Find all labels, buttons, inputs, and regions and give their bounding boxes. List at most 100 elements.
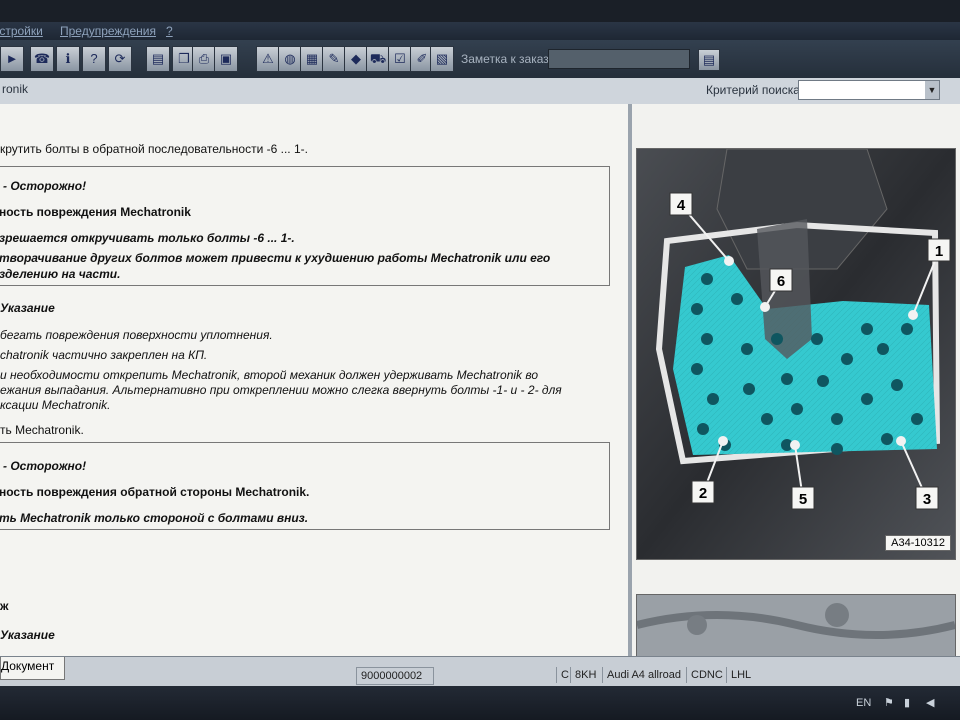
menu-warnings[interactable]: Предупреждения bbox=[54, 22, 162, 40]
help-icon: ? bbox=[90, 51, 98, 66]
print-button[interactable]: ⎙ bbox=[192, 46, 216, 72]
figure-caption: A34-10312 bbox=[885, 535, 951, 551]
callout-label-5: 5 bbox=[799, 491, 807, 508]
bolt bbox=[831, 413, 843, 425]
bolt bbox=[781, 373, 793, 385]
bolt bbox=[891, 379, 903, 391]
note-1-line-3: и необходимости открепить Mechatronik, в… bbox=[0, 368, 539, 382]
phone-button[interactable]: ☎ bbox=[30, 46, 54, 72]
globe-icon: ◍ bbox=[284, 51, 296, 66]
checklist-icon: ☑ bbox=[394, 51, 406, 66]
warning-icon: ⚠ bbox=[262, 51, 274, 66]
mechatronik-illustration: 1 2 3 4 5 6 bbox=[637, 149, 955, 559]
refresh-icon: ⟳ bbox=[114, 51, 126, 66]
figure-pane: 1 2 3 4 5 6 A34-10312 bbox=[632, 104, 960, 658]
checklist-button[interactable]: ☑ bbox=[388, 46, 412, 72]
intro-text: крутить болты в обратной последовательно… bbox=[0, 142, 308, 156]
note-heading-1: Указание bbox=[0, 301, 55, 315]
screen: Настройки Предупреждения ? ► ☎ ℹ? ⟳ ▤ ❐ ⎙ ▣ ⚠ ◍ ▦ ✎… bbox=[0, 0, 960, 720]
document-title: ronik bbox=[2, 82, 29, 96]
toolbar: ► ☎ ℹ? ⟳ ▤ ❐ ⎙ ▣ ⚠ ◍ ▦ ✎ ◆ ⛟ ☑ ✐ ▧ Заметка к заказу: ▤ bbox=[0, 40, 960, 78]
note-1-line-1: бегать повреждения поверхности уплотнени… bbox=[0, 328, 273, 342]
note-1-line-2: chatronik частично закреплен на КП. bbox=[0, 348, 208, 362]
status-cell-transmission: LHL bbox=[726, 667, 751, 683]
tab-document[interactable]: Документ bbox=[0, 657, 66, 680]
caution-1-line-2: зрешается откручивать только болты -6 ..… bbox=[0, 231, 295, 245]
document-icon: ▤ bbox=[151, 51, 165, 66]
bolt bbox=[791, 403, 803, 415]
caution-heading-1: - Осторожно! bbox=[3, 179, 87, 193]
save-button[interactable]: ▦ bbox=[300, 46, 324, 72]
note-heading-2: Указание bbox=[0, 628, 55, 642]
car-icon: ◆ bbox=[351, 51, 361, 66]
step-text: ть Mechatronik. bbox=[0, 423, 84, 437]
caution-2-line-2: ть Mechatronik только стороной с болтами… bbox=[0, 511, 309, 525]
bolt bbox=[741, 343, 753, 355]
vehicle-icon: ⛟ bbox=[369, 51, 387, 66]
bolt bbox=[691, 303, 703, 315]
menu-bar: Настройки Предупреждения ? bbox=[0, 22, 960, 40]
language-indicator[interactable]: EN bbox=[856, 686, 871, 720]
book-button[interactable]: ▣ bbox=[214, 46, 238, 72]
bolt bbox=[731, 293, 743, 305]
taskbar bbox=[0, 686, 960, 720]
globe-button[interactable]: ◍ bbox=[278, 46, 302, 72]
refresh-button[interactable]: ⟳ bbox=[108, 46, 132, 72]
address-bar: ronik Критерий поиска: ▼ bbox=[0, 78, 960, 105]
caution-box-2: - Осторожно! ность повреждения обратной … bbox=[0, 442, 610, 530]
info-button[interactable]: ℹ bbox=[56, 46, 80, 72]
chevron-down-icon[interactable]: ▼ bbox=[925, 81, 939, 99]
bolt bbox=[817, 375, 829, 387]
play-button[interactable]: ► bbox=[0, 46, 24, 72]
next-figure[interactable] bbox=[636, 594, 956, 658]
status-cell-engine-code: CDNC bbox=[686, 667, 723, 683]
bolt bbox=[861, 323, 873, 335]
copy-icon: ❐ bbox=[178, 51, 190, 66]
bolt bbox=[707, 393, 719, 405]
phone-icon: ☎ bbox=[33, 51, 51, 66]
volume-icon[interactable]: ◀ bbox=[926, 686, 934, 720]
bolt bbox=[861, 393, 873, 405]
car-button[interactable]: ◆ bbox=[344, 46, 368, 72]
mechatronik-bolt-figure[interactable]: 1 2 3 4 5 6 A34-10312 bbox=[636, 148, 956, 560]
play-icon: ► bbox=[5, 51, 19, 66]
caution-box-1: - Осторожно! ность повреждения Mechatron… bbox=[0, 166, 610, 286]
caution-1-line-1: ность повреждения Mechatronik bbox=[0, 205, 191, 219]
bolt bbox=[841, 353, 853, 365]
note-1-line-5: ксации Mechatronik. bbox=[0, 398, 111, 412]
status-cell-gearbox-code: 8KH bbox=[570, 667, 596, 683]
notes-button[interactable]: ▤ bbox=[698, 49, 720, 71]
warning-button[interactable]: ⚠ bbox=[256, 46, 280, 72]
clipboard-button[interactable]: ▧ bbox=[430, 46, 454, 72]
menu-help[interactable]: ? bbox=[160, 22, 179, 40]
callout-label-6: 6 bbox=[777, 273, 785, 290]
notepad-icon: ▤ bbox=[702, 52, 716, 67]
pen-button[interactable]: ✎ bbox=[322, 46, 346, 72]
bolt bbox=[831, 443, 843, 455]
book-icon: ▣ bbox=[219, 51, 233, 66]
bolt bbox=[691, 363, 703, 375]
info-icon: ℹ bbox=[65, 51, 71, 66]
status-cell-model: Audi A4 allroad bbox=[602, 667, 681, 683]
print-icon: ⎙ bbox=[198, 51, 210, 66]
vehicle-button[interactable]: ⛟ bbox=[366, 46, 390, 72]
pen-icon: ✎ bbox=[328, 51, 340, 66]
document-button[interactable]: ▤ bbox=[146, 46, 170, 72]
edit-icon: ✐ bbox=[416, 51, 428, 66]
help-button[interactable]: ? bbox=[82, 46, 106, 72]
bolt bbox=[911, 413, 923, 425]
network-icon[interactable]: ▮ bbox=[904, 686, 910, 720]
bolt bbox=[701, 333, 713, 345]
search-criteria-select[interactable]: ▼ bbox=[798, 80, 940, 100]
status-bar: Документ 9000000002 C 8KH Audi A4 allroa… bbox=[0, 656, 960, 687]
section-tail: ж bbox=[0, 599, 9, 613]
save-icon: ▦ bbox=[305, 51, 319, 66]
next-illustration bbox=[637, 595, 955, 657]
flag-icon[interactable]: ⚑ bbox=[884, 686, 894, 720]
bolt bbox=[761, 413, 773, 425]
order-note-input[interactable] bbox=[548, 49, 690, 69]
search-criteria-label: Критерий поиска: bbox=[706, 83, 804, 97]
caution-2-line-1: ность повреждения обратной стороны Mecha… bbox=[0, 485, 310, 499]
bolt bbox=[811, 333, 823, 345]
menu-settings[interactable]: Настройки bbox=[0, 22, 49, 40]
